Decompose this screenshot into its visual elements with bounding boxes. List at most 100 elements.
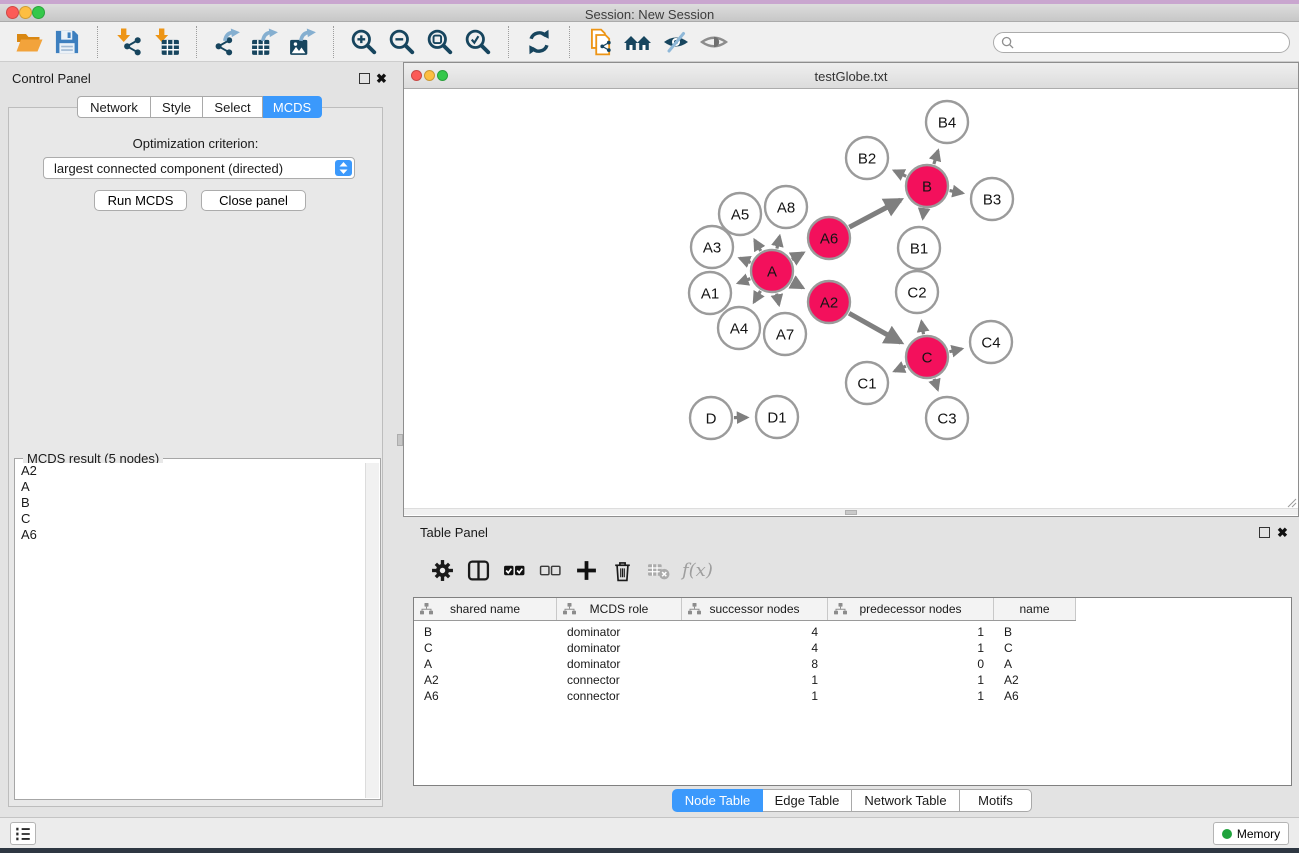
column-type-icon <box>563 603 576 615</box>
mcds-result-item[interactable]: A2 <box>16 463 365 479</box>
node-label-D: D <box>706 411 717 428</box>
import-table-icon <box>152 28 180 56</box>
network-hscroll-thumb[interactable] <box>845 510 857 515</box>
export-network-button[interactable] <box>211 25 243 59</box>
save-session-button[interactable] <box>51 25 83 59</box>
graph-node-A[interactable]: A <box>751 250 793 292</box>
delete-column-button[interactable] <box>609 556 635 584</box>
column-header-predecessor-nodes[interactable]: predecessor nodes <box>828 598 994 620</box>
graph-node-A5[interactable]: A5 <box>719 193 761 235</box>
delete-column-icon <box>611 559 634 582</box>
cell-name: C <box>994 640 1076 656</box>
settings-button[interactable] <box>429 556 455 584</box>
float-panel-icon[interactable] <box>359 73 370 84</box>
table-row-B[interactable]: Bdominator41B <box>414 624 1076 640</box>
tab-network[interactable]: Network <box>77 96 151 118</box>
network-canvas[interactable]: A A1 A2 A3 A4 A5 A6 A7 A8 B B1 B2 B3B4 C C1 C2 C3C4 D D1 <box>404 89 1298 509</box>
open-file-button[interactable] <box>13 25 45 59</box>
close-panel-icon[interactable]: ✖ <box>376 71 387 87</box>
mcds-result-item[interactable]: A <box>16 479 365 495</box>
graph-node-A3[interactable]: A3 <box>691 226 733 268</box>
run-mcds-button[interactable]: Run MCDS <box>94 190 187 211</box>
graph-node-D1[interactable]: D1 <box>756 396 798 438</box>
node-label-C2: C2 <box>907 285 926 302</box>
edge-B-B2 <box>894 171 906 177</box>
select-all-button[interactable] <box>501 556 527 584</box>
graph-node-A6[interactable]: A6 <box>808 217 850 259</box>
zoom-selected-button[interactable] <box>462 25 494 59</box>
table-row-A[interactable]: Adominator80A <box>414 656 1076 672</box>
graph-node-B1[interactable]: B1 <box>898 227 940 269</box>
tab-style[interactable]: Style <box>151 96 203 118</box>
table-close-panel-icon[interactable]: ✖ <box>1277 525 1288 541</box>
tab-edge-table[interactable]: Edge Table <box>763 789 852 812</box>
edge-A-A2 <box>792 282 802 288</box>
panel-splitter-handle[interactable] <box>397 434 403 446</box>
tab-mcds[interactable]: MCDS <box>263 96 322 118</box>
resize-grip-icon[interactable] <box>1285 496 1297 508</box>
graph-node-A2[interactable]: A2 <box>808 281 850 323</box>
mcds-result-item[interactable]: B <box>16 495 365 511</box>
mcds-result-item[interactable]: C <box>16 511 365 527</box>
criterion-dropdown[interactable]: largest connected component (directed) <box>43 157 355 179</box>
export-image-button[interactable] <box>287 25 319 59</box>
mcds-result-item[interactable]: A6 <box>16 527 365 543</box>
hide-selected-button[interactable] <box>660 25 692 59</box>
zoom-out-button[interactable] <box>386 25 418 59</box>
table-row-A2[interactable]: A2connector11A2 <box>414 672 1076 688</box>
table-row-C[interactable]: Cdominator41C <box>414 640 1076 656</box>
graph-node-C2[interactable]: C2 <box>896 271 938 313</box>
close-panel-button[interactable]: Close panel <box>201 190 306 211</box>
tab-motifs[interactable]: Motifs <box>960 789 1032 812</box>
task-history-button[interactable] <box>10 822 36 845</box>
memory-button[interactable]: Memory <box>1213 822 1289 845</box>
graph-node-C1[interactable]: C1 <box>846 362 888 404</box>
column-browser-button[interactable] <box>465 556 491 584</box>
column-header-MCDS-role[interactable]: MCDS role <box>557 598 682 620</box>
zoom-in-icon <box>350 28 378 56</box>
column-header-successor-nodes[interactable]: successor nodes <box>682 598 828 620</box>
tab-node-table[interactable]: Node Table <box>672 789 763 812</box>
deselect-all-button[interactable] <box>537 556 563 584</box>
list-icon <box>13 825 33 843</box>
column-header-name[interactable]: name <box>994 598 1076 620</box>
network-hscrollbar[interactable] <box>404 508 1298 515</box>
tab-network-table[interactable]: Network Table <box>852 789 960 812</box>
mcds-result-list[interactable]: A2ABCA6 <box>16 463 365 798</box>
function-builder-button[interactable]: f(x) <box>682 560 713 581</box>
home-button[interactable] <box>622 25 654 59</box>
save-session-icon <box>53 28 81 56</box>
tab-select[interactable]: Select <box>203 96 263 118</box>
graph-node-A8[interactable]: A8 <box>765 186 807 228</box>
import-table-button[interactable] <box>150 25 182 59</box>
table-float-panel-icon[interactable] <box>1259 527 1270 538</box>
graph-node-A1[interactable]: A1 <box>689 272 731 314</box>
zoom-in-button[interactable] <box>348 25 380 59</box>
cell-name: A <box>994 656 1076 672</box>
clone-network-button[interactable] <box>584 25 616 59</box>
graph-node-B[interactable]: B <box>906 165 948 207</box>
graph-node-D[interactable]: D <box>690 397 732 439</box>
table-row-A6[interactable]: A6connector11A6 <box>414 688 1076 704</box>
graph-node-C3[interactable]: C3 <box>926 397 968 439</box>
select-all-icon <box>503 559 526 582</box>
column-header-shared-name[interactable]: shared name <box>414 598 557 620</box>
zoom-fit-button[interactable] <box>424 25 456 59</box>
graph-node-B2[interactable]: B2 <box>846 137 888 179</box>
graph-node-B3[interactable]: B3 <box>971 178 1013 220</box>
show-selected-button[interactable] <box>698 25 730 59</box>
graph-node-C[interactable]: C <box>906 336 948 378</box>
create-column-button[interactable] <box>573 556 599 584</box>
graph-node-A4[interactable]: A4 <box>718 307 760 349</box>
mcds-result-scrollbar[interactable] <box>365 463 379 798</box>
refresh-button[interactable] <box>523 25 555 59</box>
graph-node-B4[interactable]: B4 <box>926 101 968 143</box>
import-network-button[interactable] <box>112 25 144 59</box>
network-titlebar[interactable]: testGlobe.txt <box>404 63 1298 89</box>
graph-node-A7[interactable]: A7 <box>764 313 806 355</box>
search-input[interactable] <box>1014 36 1289 50</box>
column-label: shared name <box>450 602 520 616</box>
search-field[interactable] <box>993 32 1290 53</box>
graph-node-C4[interactable]: C4 <box>970 321 1012 363</box>
export-table-button[interactable] <box>249 25 281 59</box>
